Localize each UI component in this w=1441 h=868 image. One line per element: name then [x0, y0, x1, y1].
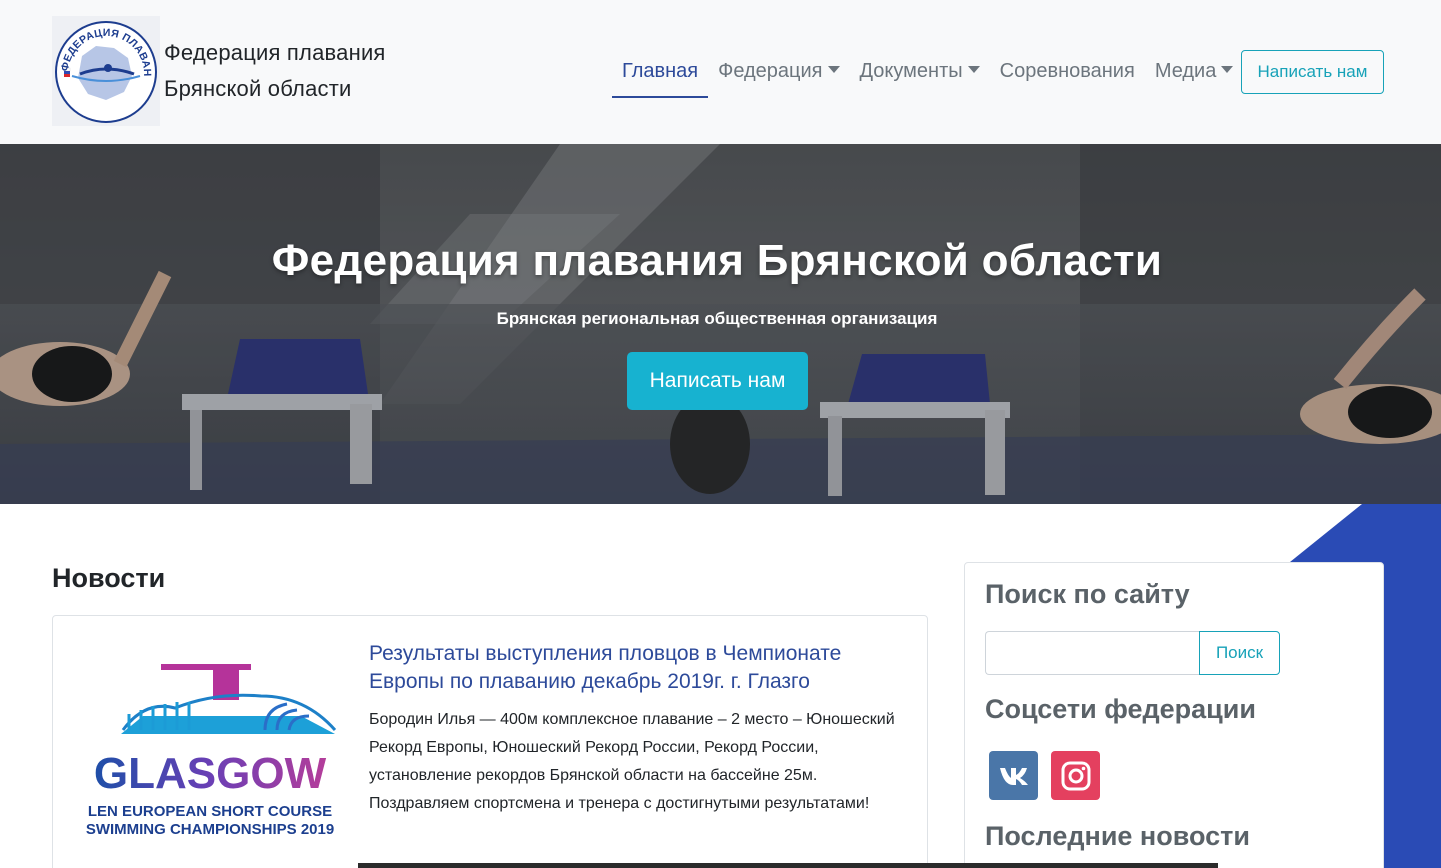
social-heading: Соцсети федерации — [985, 694, 1256, 724]
navbar: ФЕДЕРАЦИЯ ПЛАВАНИЯ БРЯНСКОЙ ОБЛАСТИ Феде… — [0, 0, 1441, 144]
caret-down-icon — [1221, 66, 1234, 73]
federation-logo-icon: ФЕДЕРАЦИЯ ПЛАВАНИЯ БРЯНСКОЙ ОБЛАСТИ — [52, 16, 160, 126]
nav-item-documents[interactable]: Документы — [850, 48, 990, 98]
championship-caption-line2: SWIMMING CHAMPIONSHIPS 2019 — [86, 821, 334, 838]
search-heading: Поиск по сайту — [985, 579, 1190, 609]
vk-icon — [999, 767, 1028, 785]
contact-us-hero-button[interactable]: Написать нам — [627, 352, 808, 410]
nav-item-competitions[interactable]: Соревнования — [990, 48, 1145, 98]
nav-item-media[interactable]: Медиа — [1145, 48, 1244, 98]
hero-title: Федерация плавания Брянской области — [271, 236, 1163, 285]
caret-down-icon — [827, 66, 840, 73]
brand-name-line1: Федерация плавания — [164, 40, 386, 65]
news-title-link[interactable]: Результаты выступления пловцов в Чемпион… — [369, 640, 889, 696]
news-heading: Новости — [52, 563, 166, 593]
search-button[interactable]: Поиск — [1199, 631, 1280, 675]
glasgow-2019-logo-image[interactable]: GLASGOW LEN EUROPEAN SHORT COURSE SWIMMI… — [65, 630, 355, 868]
championship-caption-line1: LEN EUROPEAN SHORT COURSE — [88, 803, 332, 820]
nav-item-home[interactable]: Главная — [612, 48, 709, 98]
main-nav: Главная Федерация Документы Соревнования… — [612, 48, 1243, 98]
nav-item-federation[interactable]: Федерация — [708, 48, 849, 98]
instagram-icon — [1061, 761, 1090, 790]
brand-link[interactable]: ФЕДЕРАЦИЯ ПЛАВАНИЯ БРЯНСКОЙ ОБЛАСТИ Феде… — [52, 16, 386, 126]
sidebar: Поиск по сайту Поиск Соцсети федерации П… — [964, 562, 1384, 868]
instagram-link[interactable] — [1051, 751, 1100, 800]
vk-link[interactable] — [989, 751, 1038, 800]
brand-name-line2: Брянской области — [164, 76, 352, 101]
caret-down-icon — [967, 66, 980, 73]
news-card: GLASGOW LEN EUROPEAN SHORT COURSE SWIMMI… — [52, 615, 928, 868]
hero-banner: Федерация плавания Брянской области Брян… — [0, 144, 1441, 504]
glasgow-word: GLASGOW — [94, 749, 327, 798]
news-excerpt: Бородин Илья — 400м комплексное плавание… — [369, 711, 895, 812]
hero-subtitle: Брянская региональная общественная орган… — [496, 309, 938, 328]
contact-us-nav-button[interactable]: Написать нам — [1241, 50, 1384, 94]
footer-strip — [358, 863, 1218, 868]
search-input[interactable] — [985, 631, 1201, 675]
latest-news-heading: Последние новости — [985, 821, 1250, 851]
